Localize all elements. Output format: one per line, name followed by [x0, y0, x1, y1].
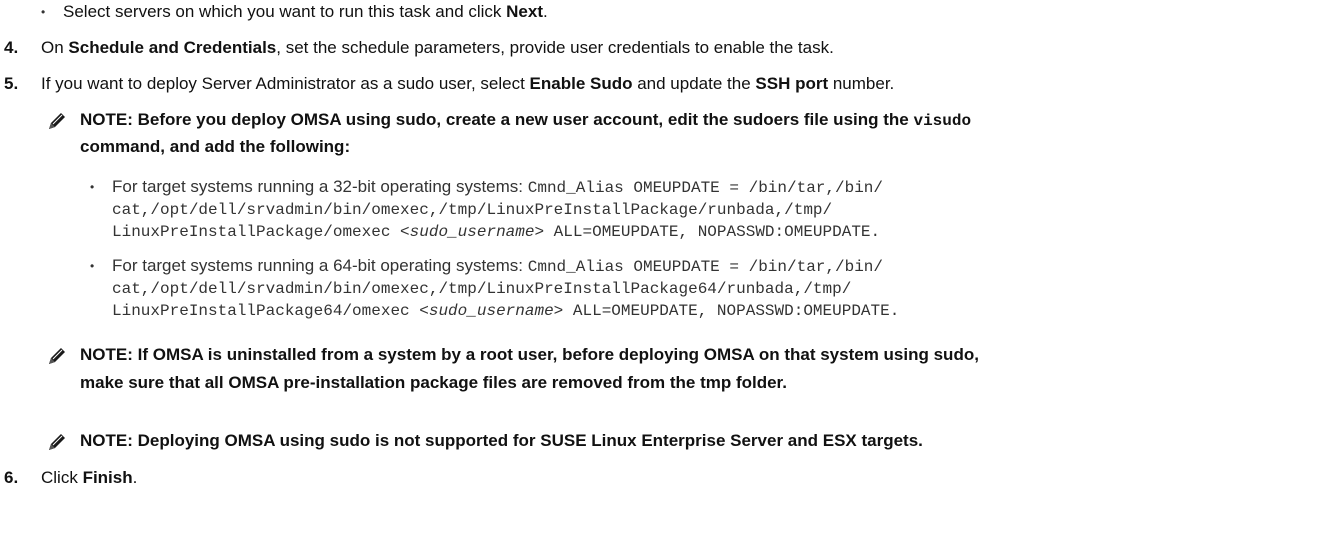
- bullet-icon: •: [41, 5, 46, 19]
- note-1-bullet-1-line-1: For target systems running a 32-bit oper…: [112, 176, 883, 199]
- step-5-text: If you want to deploy Server Administrat…: [41, 73, 894, 95]
- code-post: ALL=OMEUPDATE, NOPASSWD:OMEUPDATE.: [563, 302, 900, 320]
- step-6-pre: Click: [41, 468, 83, 487]
- bullet-icon: •: [90, 180, 95, 194]
- bullet-lead: For target systems running a 64-bit oper…: [112, 256, 528, 275]
- note-1-bullet-2: For target systems running a 64-bit oper…: [112, 255, 899, 322]
- step-6-text: Click Finish.: [41, 467, 137, 489]
- period: .: [132, 468, 138, 487]
- step-number-6: 6.: [4, 468, 19, 487]
- step-5-mid: and update the: [632, 74, 756, 93]
- period: .: [543, 2, 548, 21]
- note-3-line-1: NOTE: Deploying OMSA using sudo is not s…: [80, 431, 923, 450]
- code-pre: LinuxPreInstallPackage64/omexec: [112, 302, 420, 320]
- note-1-bullet-1: For target systems running a 32-bit oper…: [112, 176, 883, 243]
- step-number-4: 4.: [4, 38, 19, 57]
- code-line: cat,/opt/dell/srvadmin/bin/omexec,/tmp/L…: [112, 201, 833, 219]
- bullet-icon: •: [90, 259, 95, 273]
- next-label: Next: [506, 2, 544, 21]
- note-icon: [47, 432, 67, 457]
- sudo-username-var: <sudo_username>: [419, 302, 564, 320]
- step-5-pre: If you want to deploy Server Administrat…: [41, 74, 530, 93]
- note-1-line-2: command, and add the following:: [80, 137, 351, 156]
- note-1-bullet-2-line-1: For target systems running a 64-bit oper…: [112, 255, 899, 278]
- bullet-lead: For target systems running a 32-bit oper…: [112, 177, 528, 196]
- code-line: LinuxPreInstallPackage/omexec <sudo_user…: [112, 221, 883, 243]
- enable-sudo-label: Enable Sudo: [529, 74, 633, 93]
- step-bullet-label: Select servers on which you want to run …: [63, 2, 507, 21]
- note-icon: [47, 111, 67, 136]
- step-4-text: On Schedule and Credentials, set the sch…: [41, 37, 834, 59]
- step-number-5: 5.: [4, 74, 19, 93]
- note-icon: [47, 346, 67, 371]
- note-1-line-1: NOTE: Before you deploy OMSA using sudo,…: [80, 109, 971, 132]
- visudo-code: visudo: [913, 112, 972, 130]
- note-2-line-2: make sure that all OMSA pre-installation…: [80, 373, 787, 392]
- code-line: LinuxPreInstallPackage64/omexec <sudo_us…: [112, 300, 899, 322]
- code-line: cat,/opt/dell/srvadmin/bin/omexec,/tmp/L…: [112, 280, 852, 298]
- note-1-line-1-text: NOTE: Before you deploy OMSA using sudo,…: [80, 110, 914, 129]
- schedule-credentials-label: Schedule and Credentials: [68, 38, 277, 57]
- code-pre: LinuxPreInstallPackage/omexec: [112, 223, 401, 241]
- ssh-port-label: SSH port: [755, 74, 829, 93]
- step-4-post: , set the schedule parameters, provide u…: [276, 38, 834, 57]
- sudo-username-var: <sudo_username>: [400, 223, 545, 241]
- code-line: Cmnd_Alias OMEUPDATE = /bin/tar,/bin/: [527, 258, 884, 276]
- finish-label: Finish: [82, 468, 133, 487]
- step-4-pre: On: [41, 38, 69, 57]
- code-post: ALL=OMEUPDATE, NOPASSWD:OMEUPDATE.: [544, 223, 881, 241]
- note-2-line-1: NOTE: If OMSA is uninstalled from a syst…: [80, 345, 979, 364]
- code-line: Cmnd_Alias OMEUPDATE = /bin/tar,/bin/: [527, 179, 884, 197]
- step-5-post: number.: [828, 74, 895, 93]
- step-bullet-text: Select servers on which you want to run …: [63, 1, 548, 23]
